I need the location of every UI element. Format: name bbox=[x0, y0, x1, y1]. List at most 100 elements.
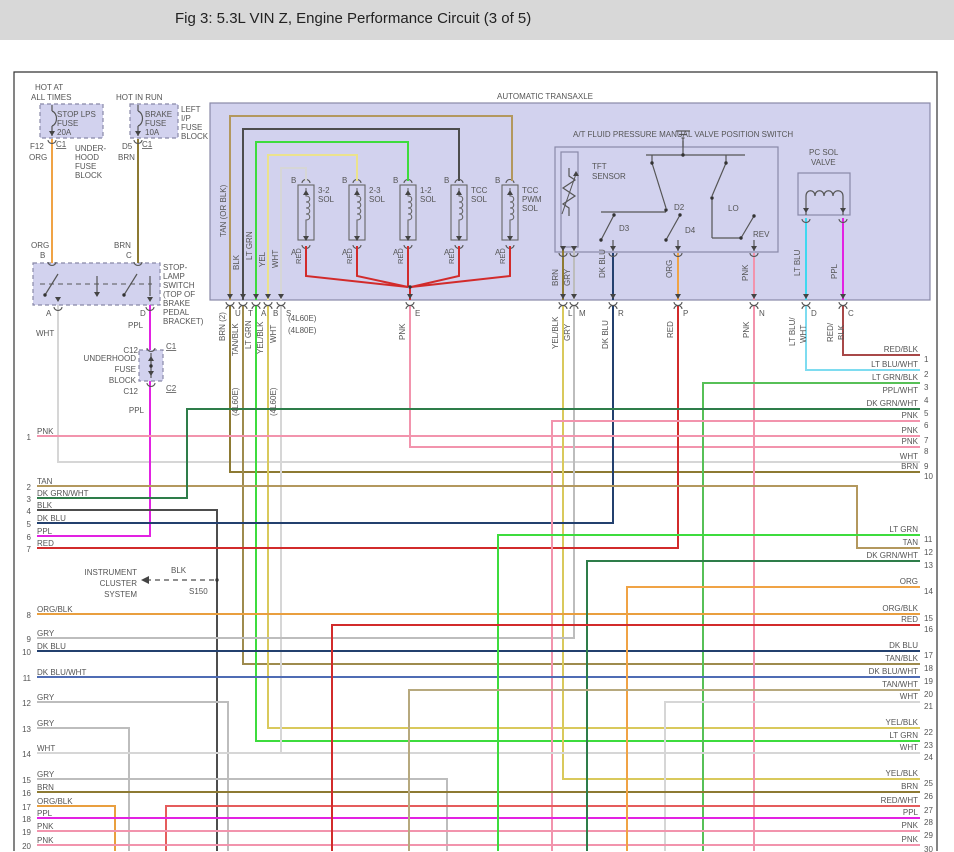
wire-color-label: PNK bbox=[37, 836, 54, 845]
diagram-label: D2 bbox=[674, 203, 685, 212]
diagram-label: B bbox=[495, 176, 500, 185]
splice-dot bbox=[149, 364, 152, 367]
pin-number: 9 bbox=[924, 462, 929, 471]
wire-color-label: DK BLU bbox=[37, 642, 66, 651]
wire-color-label: LT GRN bbox=[889, 731, 918, 740]
splice-dot bbox=[650, 161, 653, 164]
diagram-label: FUSE bbox=[115, 365, 136, 374]
terminal-letter: A bbox=[261, 309, 267, 318]
wire-color-label: DK BLU bbox=[889, 641, 918, 650]
diagram-label: FUSE bbox=[75, 162, 96, 171]
diagram-label: YEL bbox=[258, 251, 267, 267]
splice-dot bbox=[681, 153, 684, 156]
splice-dot bbox=[599, 238, 602, 241]
wire-color-label: PNK bbox=[902, 426, 919, 435]
pin-number: 15 bbox=[924, 614, 933, 623]
pin-number: 2 bbox=[27, 483, 32, 492]
diagram-label: D bbox=[140, 309, 146, 318]
diagram-label: GRY bbox=[563, 323, 572, 341]
diagram-label: B bbox=[291, 176, 296, 185]
splice-dot bbox=[122, 293, 125, 296]
terminal-letter: N bbox=[759, 309, 765, 318]
diagram-label: C1 bbox=[56, 140, 67, 149]
diagram-label: STOP- bbox=[163, 263, 188, 272]
diagram-label: BRN bbox=[114, 241, 131, 250]
diagram-label: PWM bbox=[522, 195, 542, 204]
diagram-label: RED bbox=[396, 248, 405, 264]
pin-number: 7 bbox=[27, 545, 32, 554]
splice-dot bbox=[612, 213, 615, 216]
pin-number: 4 bbox=[27, 507, 32, 516]
wire-color-label: PPL bbox=[37, 809, 53, 818]
splice-dot bbox=[739, 236, 742, 239]
diagram-label: PPL bbox=[128, 321, 144, 330]
diagram-label: BRN bbox=[551, 269, 560, 286]
diagram-label: 1-2 bbox=[420, 186, 432, 195]
pin-number: 6 bbox=[27, 533, 32, 542]
diagram-label: (4L60E) bbox=[231, 387, 240, 416]
wire-color-label: LT BLU/WHT bbox=[871, 360, 918, 369]
wire-color-label: WHT bbox=[37, 744, 55, 753]
diagram-label: SYSTEM bbox=[104, 590, 137, 599]
splice-dot bbox=[710, 196, 713, 199]
diagram-label: ALL TIMES bbox=[31, 93, 71, 102]
wire-color-label: WHT bbox=[900, 743, 918, 752]
splice-dot bbox=[664, 208, 667, 211]
pin-number: 16 bbox=[924, 625, 933, 634]
wire-color-label: PNK bbox=[902, 437, 919, 446]
diagram-label: TAN (OR BLK) bbox=[219, 184, 228, 237]
diagram-label: FUSE bbox=[181, 123, 202, 132]
wire-color-label: DK GRN/WHT bbox=[866, 551, 918, 560]
diagram-label: RED/ bbox=[826, 322, 835, 342]
diagram-label: BRAKE bbox=[145, 110, 172, 119]
splice-dot bbox=[408, 285, 411, 288]
diagram-label: LT BLU bbox=[793, 249, 802, 276]
wire bbox=[37, 306, 678, 548]
diagram-label: LEFT bbox=[181, 105, 201, 114]
diagram-label: CLUSTER bbox=[100, 579, 138, 588]
wire-color-label: LT GRN bbox=[889, 525, 918, 534]
pin-number: 1 bbox=[924, 355, 929, 364]
pin-number: 26 bbox=[924, 792, 933, 801]
diagram-label: B bbox=[40, 251, 45, 260]
diagram-label: C2 bbox=[166, 384, 177, 393]
pin-number: 16 bbox=[22, 789, 31, 798]
diagram-label: RED bbox=[345, 248, 354, 264]
diagram-label: RED bbox=[447, 248, 456, 264]
pin-number: 5 bbox=[924, 409, 929, 418]
pin-number: 14 bbox=[22, 750, 31, 759]
diagram-label: GRY bbox=[563, 268, 572, 286]
diagram-label: SOL bbox=[318, 195, 335, 204]
wire-color-label: DK BLU/WHT bbox=[869, 667, 918, 676]
diagram-label: DK BLU bbox=[598, 249, 607, 278]
splice-dot bbox=[43, 293, 46, 296]
diagram-label: (TOP OF bbox=[163, 290, 195, 299]
wire-color-label: TAN bbox=[903, 538, 919, 547]
diagram-label: C12 bbox=[123, 387, 138, 396]
pin-number: 19 bbox=[924, 677, 933, 686]
diagram-label: 2-3 bbox=[369, 186, 381, 195]
pin-number: 11 bbox=[23, 674, 32, 683]
wire-color-label: DK BLU bbox=[37, 514, 66, 523]
pin-number: 10 bbox=[22, 648, 31, 657]
diagram-label: BRN bbox=[118, 153, 135, 162]
wire-color-label: TAN bbox=[37, 477, 53, 486]
diagram-label: PEDAL bbox=[163, 308, 190, 317]
screenshot-root: Fig 3: 5.3L VIN Z, Engine Performance Ci… bbox=[0, 0, 954, 852]
splice-dot bbox=[664, 238, 667, 241]
wire bbox=[703, 383, 920, 851]
diagram-label: I/P bbox=[181, 114, 191, 123]
diagram-label: SOL bbox=[369, 195, 386, 204]
pin-number: 25 bbox=[924, 779, 933, 788]
pin-number: 14 bbox=[924, 587, 933, 596]
diagram-label: BLOCK bbox=[75, 171, 103, 180]
pin-number: 21 bbox=[924, 702, 933, 711]
pin-number: 8 bbox=[27, 611, 32, 620]
diagram-label: LAMP bbox=[163, 272, 185, 281]
diagram-label: TFT bbox=[592, 162, 607, 171]
diagram-label: RED bbox=[294, 248, 303, 264]
wire bbox=[37, 779, 447, 851]
splice-dot bbox=[678, 213, 681, 216]
wire-color-label: BLK bbox=[37, 501, 53, 510]
diagram-label: REV bbox=[753, 230, 770, 239]
